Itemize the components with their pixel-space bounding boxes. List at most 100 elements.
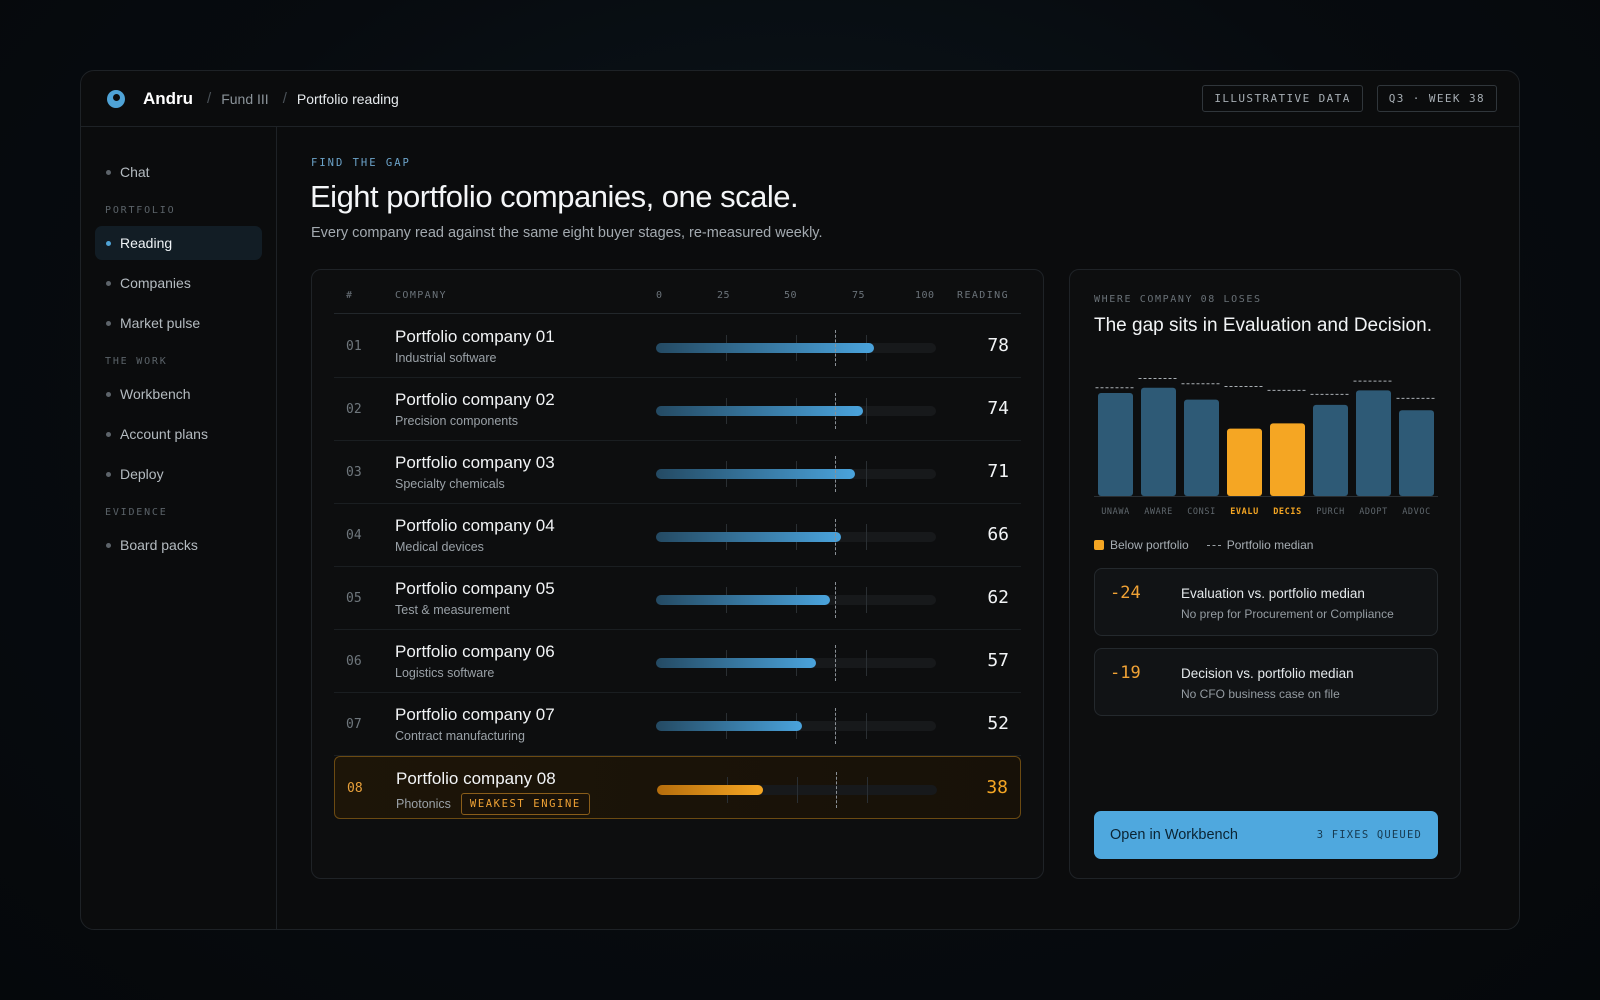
reading-value: 62 — [987, 587, 1009, 608]
table-row[interactable]: 08 Portfolio company 08 Photonics WEAKEST E… — [334, 756, 1021, 819]
sidebar-item-deploy[interactable]: Deploy — [95, 457, 262, 491]
sidebar-item-account-plans[interactable]: Account plans — [95, 417, 262, 451]
table-row[interactable]: 06 Portfolio company 06 Logistics software… — [334, 630, 1021, 693]
bar-gridline — [867, 777, 868, 803]
metric-evaluation[interactable]: -24 Evaluation vs. portfolio median No p… — [1094, 568, 1438, 636]
sidebar-item-board-packs[interactable]: Board packs — [95, 528, 262, 562]
table-header: # COMPANY 0 25 50 75 100 READING — [334, 284, 1021, 314]
table-row[interactable]: 05 Portfolio company 05 Test & measurement… — [334, 567, 1021, 630]
breadcrumb-fund[interactable]: Fund III — [221, 91, 268, 107]
row-number: 03 — [346, 465, 362, 480]
company-name: Portfolio company 01 — [395, 327, 555, 346]
company-sector: Industrial software — [395, 351, 497, 365]
reading-bar-fill — [656, 658, 816, 668]
scale-tick: 50 — [784, 290, 798, 301]
sidebar-item-companies[interactable]: Companies — [95, 266, 262, 300]
breadcrumb-current: Portfolio reading — [296, 90, 399, 107]
table-row[interactable]: 01 Portfolio company 01 Industrial softwar… — [334, 315, 1021, 378]
stage-bar-advoc[interactable] — [1399, 410, 1434, 496]
metric-subtitle: No CFO business case on file — [1181, 687, 1340, 701]
stage-bar-purch[interactable] — [1313, 404, 1348, 496]
stage-bar-unawa[interactable] — [1098, 393, 1133, 496]
bar-gridline — [866, 650, 867, 676]
table-row[interactable]: 07 Portfolio company 07 Contract manufactu… — [334, 693, 1021, 756]
fixes-queued-count: 3 FIXES QUEUED — [1316, 829, 1422, 841]
stage-bar-chart: UNAWA AWARE CONSI EVALU DECIS PURCH ADOPT ADVOC — [1094, 378, 1438, 517]
company-sector: Photonics — [396, 797, 451, 811]
page-eyebrow: FIND THE GAP — [311, 157, 411, 169]
company-sector: Test & measurement — [395, 603, 510, 617]
company-sector: Logistics software — [395, 666, 495, 680]
breadcrumb-separator: / — [207, 90, 212, 107]
table-row[interactable]: 04 Portfolio company 04 Medical devices 66 — [334, 504, 1021, 567]
median-marker — [835, 456, 837, 492]
reading-bar-fill — [656, 406, 864, 416]
main-content: FIND THE GAP Eight portfolio companies, … — [277, 127, 1519, 929]
company-sector-wrap: Industrial software — [395, 351, 496, 365]
company-sector-wrap: Medical devices — [395, 540, 484, 554]
company-name: Portfolio company 03 — [395, 453, 555, 472]
row-number: 02 — [346, 402, 362, 417]
row-number: 08 — [347, 781, 363, 796]
row-number: 05 — [346, 591, 362, 606]
scale-tick: 25 — [717, 290, 731, 301]
stage-label-aware: AWARE — [1144, 507, 1173, 517]
reading-bar-track — [656, 456, 936, 492]
metric-decision[interactable]: -19 Decision vs. portfolio median No CFO… — [1094, 648, 1438, 716]
reading-value: 38 — [986, 777, 1008, 798]
reading-bar-track — [656, 708, 936, 744]
page-title: Eight portfolio companies, one scale. — [310, 179, 799, 214]
reading-value: 57 — [987, 650, 1009, 671]
table-row[interactable]: 02 Portfolio company 02 Precision componen… — [334, 378, 1021, 441]
sidebar-item-reading[interactable]: Reading — [95, 226, 262, 260]
gap-eyebrow: WHERE COMPANY 08 LOSES — [1094, 294, 1262, 305]
metric-delta: -19 — [1110, 663, 1141, 683]
company-sector-wrap: Logistics software — [395, 666, 494, 680]
stage-bar-evalu[interactable] — [1227, 428, 1262, 496]
company-name: Portfolio company 04 — [395, 516, 555, 535]
andru-logo-icon[interactable] — [107, 89, 125, 108]
bar-gridline — [866, 524, 867, 550]
table-row[interactable]: 03 Portfolio company 03 Specialty chemical… — [334, 441, 1021, 504]
company-name: Portfolio company 08 — [396, 769, 556, 788]
sidebar-section-evidence: EVIDENCE — [105, 507, 168, 518]
company-sector: Precision components — [395, 414, 518, 428]
stage-bar-decis[interactable] — [1270, 423, 1305, 496]
brand-name[interactable]: Andru — [143, 89, 193, 109]
chart-legend: Below portfolio Portfolio median — [1094, 538, 1313, 552]
company-name: Portfolio company 05 — [395, 579, 555, 598]
company-sector-wrap: Test & measurement — [395, 603, 510, 617]
metric-delta: -24 — [1110, 583, 1141, 603]
bar-gridline — [797, 777, 798, 803]
reading-value: 66 — [987, 524, 1009, 545]
illustrative-data-chip: ILLUSTRATIVE DATA — [1202, 85, 1363, 112]
stage-bar-aware[interactable] — [1141, 387, 1176, 496]
company-sector: Medical devices — [395, 540, 484, 554]
column-header-company[interactable]: COMPANY — [395, 290, 447, 301]
company-sector-wrap: Precision components — [395, 414, 518, 428]
gap-title: The gap sits in Evaluation and Decision. — [1094, 315, 1432, 336]
app-window: Andru / Fund III / Portfolio reading ILL… — [80, 70, 1520, 930]
page-subtitle: Every company read against the same eigh… — [311, 225, 823, 241]
median-marker — [836, 772, 838, 808]
stage-label-unawa: UNAWA — [1101, 507, 1130, 517]
sidebar-item-market-pulse[interactable]: Market pulse — [95, 306, 262, 340]
row-number: 06 — [346, 654, 362, 669]
stage-bar-consi[interactable] — [1184, 399, 1219, 496]
legend-below-label: Below portfolio — [1110, 538, 1189, 552]
reading-bar-track — [656, 393, 936, 429]
column-header-reading[interactable]: READING — [957, 290, 1009, 301]
reading-bar-fill — [656, 469, 855, 479]
company-sector: Specialty chemicals — [395, 477, 505, 491]
metric-title: Evaluation vs. portfolio median — [1181, 586, 1365, 601]
stage-bar-adopt[interactable] — [1356, 390, 1391, 496]
stage-label-purch: PURCH — [1316, 507, 1345, 517]
reading-bar-track — [656, 645, 936, 681]
reading-value: 71 — [987, 461, 1009, 482]
sidebar-item-workbench[interactable]: Workbench — [95, 377, 262, 411]
open-in-workbench-button[interactable]: Open in Workbench 3 FIXES QUEUED — [1094, 811, 1438, 859]
row-number: 04 — [346, 528, 362, 543]
scale-tick: 0 — [656, 290, 663, 301]
reading-value: 52 — [987, 713, 1009, 734]
sidebar-item-chat[interactable]: Chat — [95, 155, 262, 189]
